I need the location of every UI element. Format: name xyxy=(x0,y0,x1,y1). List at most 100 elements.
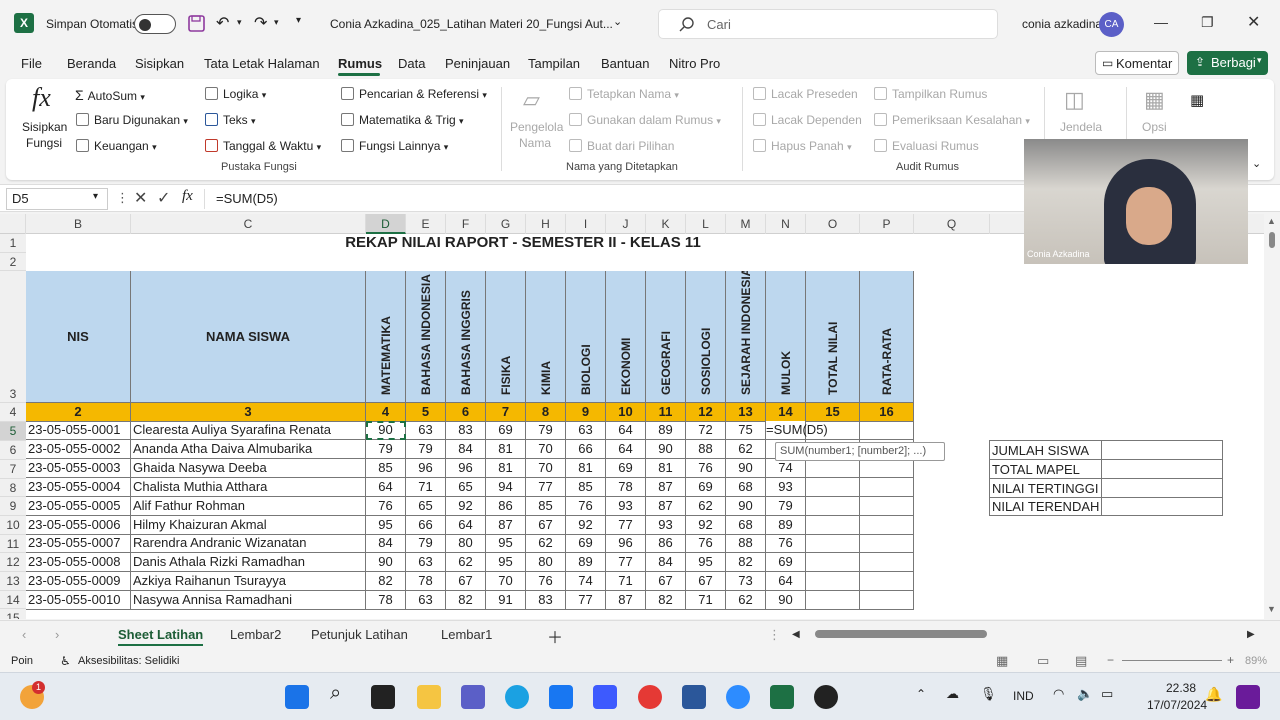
row-header[interactable]: 15 xyxy=(0,609,26,619)
score-cell[interactable]: 62 xyxy=(726,439,766,459)
sheet-tab-sheet-latihan[interactable]: Sheet Latihan xyxy=(118,627,204,646)
score-cell[interactable]: 76 xyxy=(366,496,406,516)
nis-cell[interactable]: 23-05-055-0009 xyxy=(26,572,131,592)
row-header[interactable]: 3 xyxy=(0,271,26,403)
berbagi-button[interactable]: ⇪ Berbagi ▾ xyxy=(1187,51,1268,75)
scroll-up-icon[interactable]: ▲ xyxy=(1267,216,1276,226)
score-cell[interactable]: 90 xyxy=(366,553,406,573)
cloud-icon[interactable]: ☁ xyxy=(946,686,959,702)
header-subject[interactable]: MULOK xyxy=(766,271,806,403)
name-box-chevron-icon[interactable]: ▾ xyxy=(93,191,98,202)
score-cell[interactable]: 63 xyxy=(406,591,446,611)
column-number[interactable]: 8 xyxy=(526,403,566,422)
tab-sisipkan[interactable]: Sisipkan xyxy=(135,56,184,71)
tab-nitro-pro[interactable]: Nitro Pro xyxy=(669,56,720,71)
score-cell[interactable]: 69 xyxy=(686,477,726,497)
score-cell[interactable]: 95 xyxy=(686,553,726,573)
column-header[interactable]: M xyxy=(726,214,766,234)
column-header[interactable]: Q xyxy=(914,214,990,234)
score-cell[interactable]: 84 xyxy=(646,553,686,573)
tab-tata-letak[interactable]: Tata Letak Halaman xyxy=(204,56,320,71)
select-all-corner[interactable] xyxy=(0,214,26,234)
task-view-icon[interactable] xyxy=(371,685,395,709)
trace-dependents-button[interactable]: Lacak Dependen xyxy=(753,113,862,127)
language-indicator[interactable]: IND xyxy=(1013,689,1034,703)
wifi-icon[interactable]: ◠ xyxy=(1053,686,1064,702)
name-cell[interactable]: Ghaida Nasywa Deeba xyxy=(131,458,366,478)
name-manager-label-1[interactable]: Pengelola xyxy=(510,120,563,134)
column-header[interactable]: L xyxy=(686,214,726,234)
lookup-button[interactable]: Pencarian & Referensi ▾ xyxy=(341,87,487,101)
score-cell[interactable]: 90 xyxy=(726,496,766,516)
score-cell[interactable]: 65 xyxy=(406,496,446,516)
column-number[interactable]: 3 xyxy=(131,403,366,422)
score-cell[interactable]: 82 xyxy=(726,553,766,573)
average-cell[interactable] xyxy=(860,477,914,497)
mulok-cell[interactable]: 79 xyxy=(766,496,806,516)
mulok-cell[interactable]: 64 xyxy=(766,572,806,592)
vertical-scrollbar[interactable]: ▲ ▼ xyxy=(1264,212,1280,620)
financial-button[interactable]: Keuangan ▾ xyxy=(76,139,157,153)
name-cell[interactable]: Ananda Atha Daiva Almubarika xyxy=(131,439,366,459)
header-subject[interactable]: BIOLOGI xyxy=(566,271,606,403)
header-subject[interactable]: SEJARAH INDONESIA xyxy=(726,271,766,403)
score-cell[interactable]: 87 xyxy=(486,515,526,535)
score-cell[interactable]: 89 xyxy=(566,553,606,573)
header-subject[interactable]: RATA-RATA xyxy=(860,271,914,403)
header-subject[interactable]: BAHASA INDONESIA xyxy=(406,271,446,403)
total-cell[interactable] xyxy=(806,591,860,611)
column-header[interactable]: E xyxy=(406,214,446,234)
scroll-thumb[interactable] xyxy=(1269,232,1275,248)
column-header[interactable]: H xyxy=(526,214,566,234)
column-number[interactable]: 2 xyxy=(26,403,131,422)
score-cell[interactable]: 67 xyxy=(686,572,726,592)
score-cell[interactable]: 62 xyxy=(726,591,766,611)
total-cell[interactable] xyxy=(806,553,860,573)
row-header[interactable]: 2 xyxy=(0,253,26,271)
row-header[interactable]: 11 xyxy=(0,535,26,553)
score-cell[interactable]: 83 xyxy=(446,421,486,440)
tab-beranda[interactable]: Beranda xyxy=(67,56,116,71)
title-chevron-icon[interactable]: ⌄ xyxy=(613,15,622,28)
sheet-tab-lembar2[interactable]: Lembar2 xyxy=(230,627,281,642)
ribbon-collapse-icon[interactable]: ⌄ xyxy=(1252,157,1261,170)
column-number[interactable]: 12 xyxy=(686,403,726,422)
watch-window-label[interactable]: Jendela xyxy=(1060,120,1102,134)
score-cell[interactable]: 76 xyxy=(566,496,606,516)
score-cell[interactable]: 81 xyxy=(486,439,526,459)
tab-bantuan[interactable]: Bantuan xyxy=(601,56,649,71)
score-cell[interactable]: 75 xyxy=(726,421,766,440)
save-icon[interactable] xyxy=(188,15,205,32)
accessibility-status[interactable]: Aksesibilitas: Selidiki xyxy=(78,655,179,667)
score-cell[interactable]: 87 xyxy=(646,477,686,497)
header-subject[interactable]: EKONOMI xyxy=(606,271,646,403)
header-nama[interactable]: NAMA SISWA xyxy=(131,271,366,403)
create-from-selection-button[interactable]: Buat dari Pilihan xyxy=(569,139,674,153)
nis-cell[interactable]: 23-05-055-0007 xyxy=(26,534,131,554)
score-cell[interactable]: 73 xyxy=(726,572,766,592)
nis-cell[interactable]: 23-05-055-0010 xyxy=(26,591,131,611)
tray-chevron-icon[interactable]: ⌃ xyxy=(916,687,926,701)
header-subject[interactable]: MATEMATIKA xyxy=(366,271,406,403)
score-cell[interactable]: 70 xyxy=(526,458,566,478)
name-cell[interactable]: Azkiya Raihanun Tsurayya xyxy=(131,572,366,592)
use-in-formula-button[interactable]: Gunakan dalam Rumus ▾ xyxy=(569,113,721,127)
calc-options-label[interactable]: Opsi xyxy=(1142,120,1167,134)
column-header[interactable]: J xyxy=(606,214,646,234)
average-cell[interactable] xyxy=(860,458,914,478)
score-cell[interactable]: 69 xyxy=(486,421,526,440)
score-cell[interactable]: 88 xyxy=(726,534,766,554)
customize-toolbar-icon[interactable]: ▾ xyxy=(296,15,301,26)
header-subject[interactable]: SOSIOLOGI xyxy=(686,271,726,403)
column-header[interactable]: G xyxy=(486,214,526,234)
score-cell[interactable]: 86 xyxy=(646,534,686,554)
score-cell[interactable]: 76 xyxy=(686,458,726,478)
average-cell[interactable] xyxy=(860,534,914,554)
score-cell[interactable]: 95 xyxy=(486,553,526,573)
media-player-icon[interactable] xyxy=(814,685,838,709)
score-cell[interactable]: 67 xyxy=(526,515,566,535)
sheet-tab-petunjuk-latihan[interactable]: Petunjuk Latihan xyxy=(311,627,408,642)
tab-data[interactable]: Data xyxy=(398,56,425,71)
column-header[interactable]: C xyxy=(131,214,366,234)
score-cell[interactable]: 76 xyxy=(526,572,566,592)
